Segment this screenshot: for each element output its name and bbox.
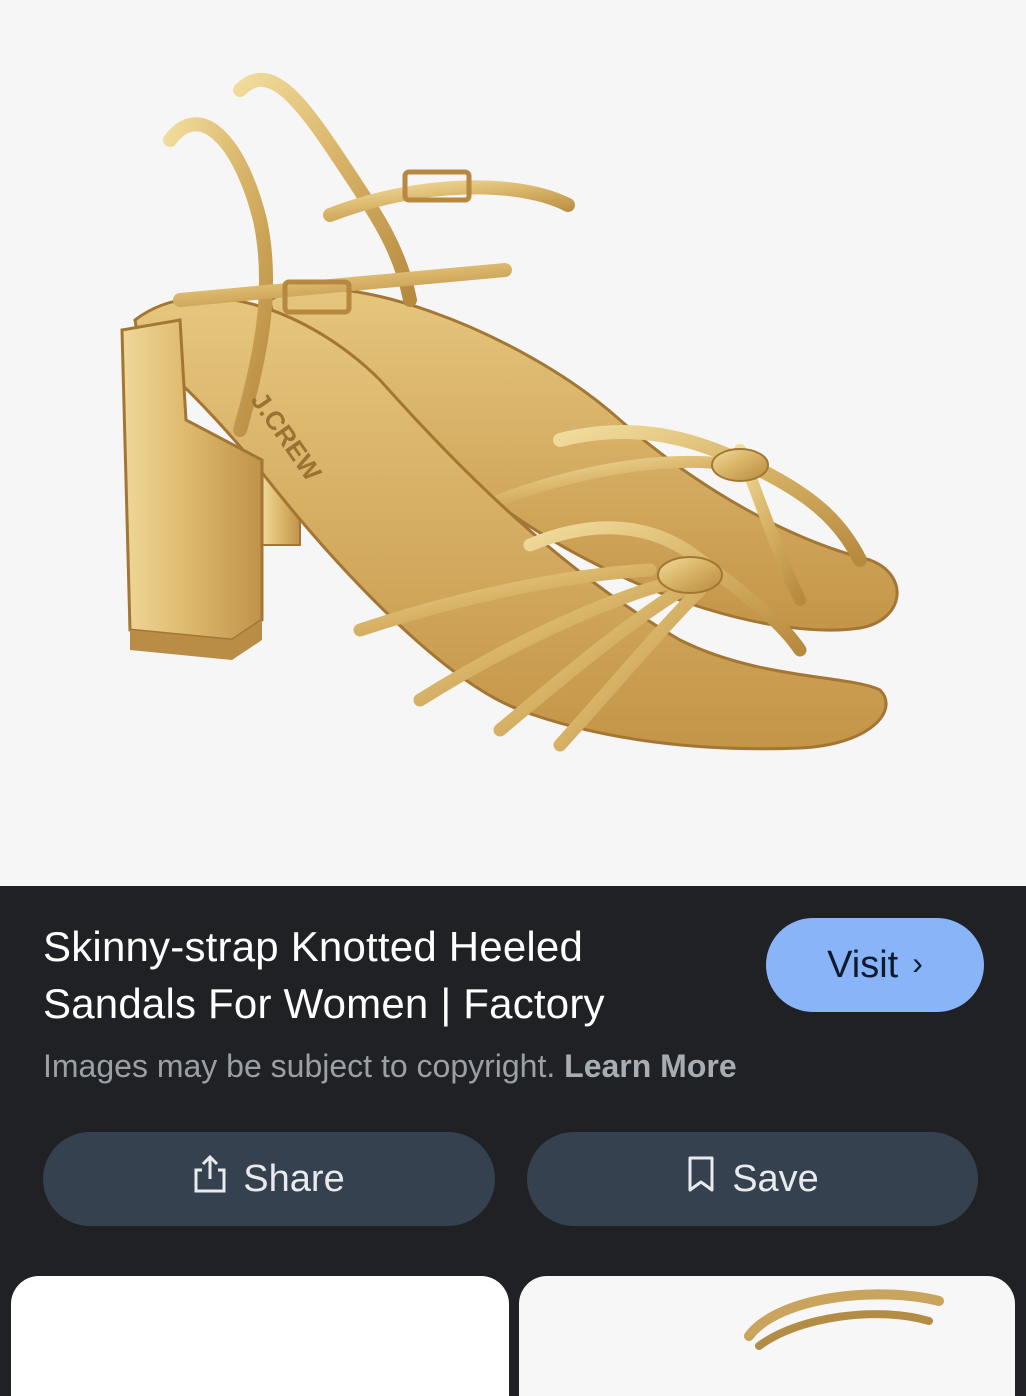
share-button[interactable]: Share bbox=[43, 1132, 495, 1226]
related-sandal-thumbnail bbox=[744, 1289, 944, 1350]
copyright-notice: Images may be subject to copyright. Lear… bbox=[43, 1048, 737, 1085]
bookmark-icon bbox=[686, 1154, 716, 1204]
save-button-label: Save bbox=[732, 1157, 819, 1200]
visit-button[interactable]: Visit › bbox=[766, 918, 984, 1012]
related-image-card[interactable] bbox=[11, 1276, 509, 1396]
page-title[interactable]: Skinny-strap Knotted Heeled Sandals For … bbox=[43, 918, 733, 1032]
learn-more-link[interactable]: Learn More bbox=[564, 1048, 736, 1084]
title-line-2: Sandals For Women | Factory bbox=[43, 980, 605, 1027]
share-button-label: Share bbox=[243, 1157, 345, 1200]
save-button[interactable]: Save bbox=[527, 1132, 978, 1226]
title-line-1: Skinny-strap Knotted Heeled bbox=[43, 923, 584, 970]
product-image[interactable]: J.CREW bbox=[0, 0, 1026, 886]
share-icon bbox=[193, 1154, 227, 1204]
visit-button-label: Visit bbox=[827, 943, 899, 986]
sandal-illustration: J.CREW bbox=[120, 72, 899, 752]
related-image-card[interactable] bbox=[519, 1276, 1015, 1396]
copyright-text: Images may be subject to copyright. bbox=[43, 1048, 556, 1084]
chevron-right-icon: › bbox=[912, 944, 923, 981]
